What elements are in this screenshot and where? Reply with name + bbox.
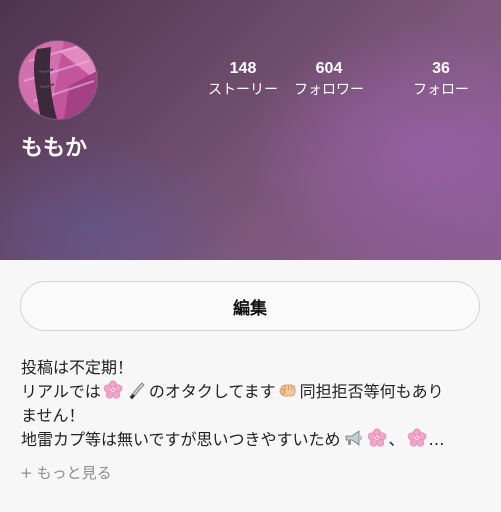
cherry-blossom-icon	[367, 428, 387, 448]
followers-count: 604	[315, 60, 343, 77]
bio-line: リアルでは のオタクしてます 同担拒否等何もあり	[21, 380, 444, 401]
following-label: フォロー	[413, 82, 469, 98]
bio: 投稿は不定期！ リアルでは のオタクしてます 同担拒否等何もあり ません！ 地雷カプ…	[21, 356, 483, 452]
see-more-label: もっと見る	[36, 464, 112, 482]
cherry-blossom-icon	[407, 428, 427, 448]
profile-header: 148 ストーリー 604 フォロワー 36 フォロー ももか	[0, 0, 501, 260]
megaphone-icon	[343, 428, 363, 448]
following-count: 36	[432, 60, 450, 77]
profile-photo	[19, 41, 97, 119]
knife-icon	[127, 380, 147, 400]
stat-following[interactable]: 36 フォロー	[386, 59, 496, 100]
plus-icon: +	[20, 464, 33, 482]
avatar[interactable]	[19, 41, 97, 119]
fist-icon	[278, 380, 298, 400]
stat-followers[interactable]: 604 フォロワー	[274, 59, 384, 100]
bio-line: ません！	[21, 406, 85, 425]
see-more-link[interactable]: + もっと見る	[20, 462, 112, 484]
bio-line: 投稿は不定期！	[21, 358, 134, 377]
edit-profile-button[interactable]: 編集	[20, 281, 480, 331]
followers-label: フォロワー	[294, 82, 364, 98]
bio-line: 地雷カプ等は無いですが思いつきやすいため、…	[21, 428, 445, 449]
username: ももか	[21, 136, 88, 161]
cherry-blossom-icon	[103, 380, 123, 400]
